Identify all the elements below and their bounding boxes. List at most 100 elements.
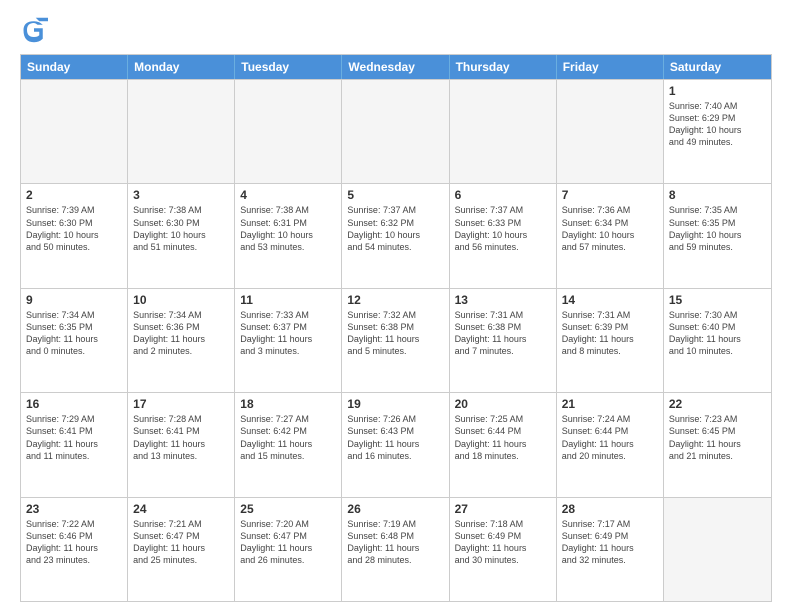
calendar-day-20: 20 Sunrise: 7:25 AM Sunset: 6:44 PM Dayli… (450, 393, 557, 496)
calendar-week-5: 23Sunrise: 7:22 AM Sunset: 6:46 PM Dayli… (21, 497, 771, 601)
calendar-body: 1 Sunrise: 7:40 AM Sunset: 6:29 PM Daylig… (21, 79, 771, 601)
calendar-week-4: 16 Sunrise: 7:29 AM Sunset: 6:41 PM Dayli… (21, 392, 771, 496)
day-number: 2 (26, 188, 122, 202)
weekday-header-friday: Friday (557, 55, 664, 79)
day-number: 19 (347, 397, 443, 411)
calendar-day-8: 8 Sunrise: 7:35 AM Sunset: 6:35 PM Daylig… (664, 184, 771, 287)
day-info: Sunrise: 7:39 AM Sunset: 6:30 PM Dayligh… (26, 204, 122, 253)
calendar-day-3: 3 Sunrise: 7:38 AM Sunset: 6:30 PM Daylig… (128, 184, 235, 287)
day-info: Sunrise: 7:32 AM Sunset: 6:38 PM Dayligh… (347, 309, 443, 358)
day-number: 1 (669, 84, 766, 98)
day-number: 8 (669, 188, 766, 202)
calendar-day-empty (235, 80, 342, 183)
calendar-day-18: 18Sunrise: 7:27 AM Sunset: 6:42 PM Dayli… (235, 393, 342, 496)
day-info: Sunrise: 7:31 AM Sunset: 6:38 PM Dayligh… (455, 309, 551, 358)
calendar-day-17: 17Sunrise: 7:28 AM Sunset: 6:41 PM Dayli… (128, 393, 235, 496)
day-info: Sunrise: 7:27 AM Sunset: 6:42 PM Dayligh… (240, 413, 336, 462)
day-number: 22 (669, 397, 766, 411)
weekday-header-wednesday: Wednesday (342, 55, 449, 79)
day-info: Sunrise: 7:21 AM Sunset: 6:47 PM Dayligh… (133, 518, 229, 567)
calendar-day-7: 7 Sunrise: 7:36 AM Sunset: 6:34 PM Daylig… (557, 184, 664, 287)
calendar-day-19: 19 Sunrise: 7:26 AM Sunset: 6:43 PM Dayli… (342, 393, 449, 496)
calendar-day-22: 22 Sunrise: 7:23 AM Sunset: 6:45 PM Dayli… (664, 393, 771, 496)
calendar-day-10: 10 Sunrise: 7:34 AM Sunset: 6:36 PM Dayli… (128, 289, 235, 392)
day-number: 20 (455, 397, 551, 411)
header (20, 16, 772, 44)
day-number: 26 (347, 502, 443, 516)
day-number: 11 (240, 293, 336, 307)
calendar-week-1: 1 Sunrise: 7:40 AM Sunset: 6:29 PM Daylig… (21, 79, 771, 183)
day-number: 28 (562, 502, 658, 516)
calendar-day-25: 25 Sunrise: 7:20 AM Sunset: 6:47 PM Dayli… (235, 498, 342, 601)
day-info: Sunrise: 7:29 AM Sunset: 6:41 PM Dayligh… (26, 413, 122, 462)
page: SundayMondayTuesdayWednesdayThursdayFrid… (0, 0, 792, 612)
day-number: 17 (133, 397, 229, 411)
day-info: Sunrise: 7:23 AM Sunset: 6:45 PM Dayligh… (669, 413, 766, 462)
day-info: Sunrise: 7:31 AM Sunset: 6:39 PM Dayligh… (562, 309, 658, 358)
day-info: Sunrise: 7:18 AM Sunset: 6:49 PM Dayligh… (455, 518, 551, 567)
day-info: Sunrise: 7:25 AM Sunset: 6:44 PM Dayligh… (455, 413, 551, 462)
day-number: 6 (455, 188, 551, 202)
day-info: Sunrise: 7:19 AM Sunset: 6:48 PM Dayligh… (347, 518, 443, 567)
day-number: 16 (26, 397, 122, 411)
day-info: Sunrise: 7:30 AM Sunset: 6:40 PM Dayligh… (669, 309, 766, 358)
calendar-day-21: 21Sunrise: 7:24 AM Sunset: 6:44 PM Dayli… (557, 393, 664, 496)
calendar-day-2: 2 Sunrise: 7:39 AM Sunset: 6:30 PM Daylig… (21, 184, 128, 287)
day-number: 14 (562, 293, 658, 307)
day-number: 23 (26, 502, 122, 516)
day-info: Sunrise: 7:34 AM Sunset: 6:35 PM Dayligh… (26, 309, 122, 358)
calendar-day-empty (21, 80, 128, 183)
calendar-day-15: 15 Sunrise: 7:30 AM Sunset: 6:40 PM Dayli… (664, 289, 771, 392)
day-info: Sunrise: 7:38 AM Sunset: 6:30 PM Dayligh… (133, 204, 229, 253)
calendar-day-empty (664, 498, 771, 601)
day-info: Sunrise: 7:33 AM Sunset: 6:37 PM Dayligh… (240, 309, 336, 358)
calendar: SundayMondayTuesdayWednesdayThursdayFrid… (20, 54, 772, 602)
calendar-day-1: 1 Sunrise: 7:40 AM Sunset: 6:29 PM Daylig… (664, 80, 771, 183)
day-number: 15 (669, 293, 766, 307)
calendar-day-empty (128, 80, 235, 183)
weekday-header-saturday: Saturday (664, 55, 771, 79)
calendar-day-empty (450, 80, 557, 183)
day-info: Sunrise: 7:17 AM Sunset: 6:49 PM Dayligh… (562, 518, 658, 567)
calendar-header: SundayMondayTuesdayWednesdayThursdayFrid… (21, 55, 771, 79)
day-number: 13 (455, 293, 551, 307)
day-info: Sunrise: 7:37 AM Sunset: 6:33 PM Dayligh… (455, 204, 551, 253)
calendar-day-16: 16 Sunrise: 7:29 AM Sunset: 6:41 PM Dayli… (21, 393, 128, 496)
calendar-day-empty (342, 80, 449, 183)
day-info: Sunrise: 7:26 AM Sunset: 6:43 PM Dayligh… (347, 413, 443, 462)
calendar-day-13: 13 Sunrise: 7:31 AM Sunset: 6:38 PM Dayli… (450, 289, 557, 392)
calendar-day-26: 26 Sunrise: 7:19 AM Sunset: 6:48 PM Dayli… (342, 498, 449, 601)
day-info: Sunrise: 7:20 AM Sunset: 6:47 PM Dayligh… (240, 518, 336, 567)
calendar-day-14: 14 Sunrise: 7:31 AM Sunset: 6:39 PM Dayli… (557, 289, 664, 392)
calendar-day-27: 27 Sunrise: 7:18 AM Sunset: 6:49 PM Dayli… (450, 498, 557, 601)
calendar-day-9: 9 Sunrise: 7:34 AM Sunset: 6:35 PM Daylig… (21, 289, 128, 392)
calendar-day-23: 23Sunrise: 7:22 AM Sunset: 6:46 PM Dayli… (21, 498, 128, 601)
weekday-header-sunday: Sunday (21, 55, 128, 79)
calendar-week-3: 9 Sunrise: 7:34 AM Sunset: 6:35 PM Daylig… (21, 288, 771, 392)
calendar-week-2: 2 Sunrise: 7:39 AM Sunset: 6:30 PM Daylig… (21, 183, 771, 287)
logo-icon (20, 16, 48, 44)
day-info: Sunrise: 7:37 AM Sunset: 6:32 PM Dayligh… (347, 204, 443, 253)
day-number: 24 (133, 502, 229, 516)
day-number: 3 (133, 188, 229, 202)
day-info: Sunrise: 7:34 AM Sunset: 6:36 PM Dayligh… (133, 309, 229, 358)
calendar-day-4: 4 Sunrise: 7:38 AM Sunset: 6:31 PM Daylig… (235, 184, 342, 287)
weekday-header-tuesday: Tuesday (235, 55, 342, 79)
day-number: 9 (26, 293, 122, 307)
day-info: Sunrise: 7:36 AM Sunset: 6:34 PM Dayligh… (562, 204, 658, 253)
calendar-day-12: 12Sunrise: 7:32 AM Sunset: 6:38 PM Dayli… (342, 289, 449, 392)
calendar-day-5: 5Sunrise: 7:37 AM Sunset: 6:32 PM Daylig… (342, 184, 449, 287)
calendar-day-11: 11 Sunrise: 7:33 AM Sunset: 6:37 PM Dayli… (235, 289, 342, 392)
day-number: 10 (133, 293, 229, 307)
weekday-header-monday: Monday (128, 55, 235, 79)
calendar-day-24: 24 Sunrise: 7:21 AM Sunset: 6:47 PM Dayli… (128, 498, 235, 601)
day-number: 7 (562, 188, 658, 202)
day-number: 4 (240, 188, 336, 202)
day-info: Sunrise: 7:38 AM Sunset: 6:31 PM Dayligh… (240, 204, 336, 253)
day-info: Sunrise: 7:40 AM Sunset: 6:29 PM Dayligh… (669, 100, 766, 149)
day-info: Sunrise: 7:35 AM Sunset: 6:35 PM Dayligh… (669, 204, 766, 253)
day-number: 27 (455, 502, 551, 516)
calendar-day-6: 6 Sunrise: 7:37 AM Sunset: 6:33 PM Daylig… (450, 184, 557, 287)
day-number: 25 (240, 502, 336, 516)
calendar-day-empty (557, 80, 664, 183)
